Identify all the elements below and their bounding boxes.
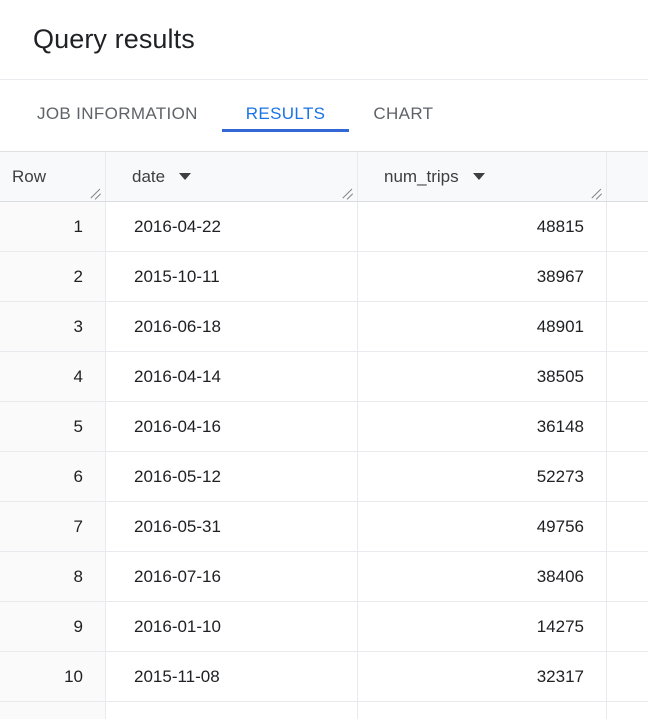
column-header-date-label: date: [132, 168, 165, 185]
cell-row-number: 6: [0, 452, 105, 501]
cell-filler: [606, 352, 648, 401]
table-body: 12016-04-224881522015-10-113896732016-06…: [0, 202, 648, 719]
resize-handle-icon[interactable]: [591, 187, 603, 199]
cell-filler: [606, 202, 648, 251]
column-header-filler: [606, 152, 648, 201]
cell-num-trips[interactable]: 36148: [357, 402, 606, 451]
column-header-date[interactable]: date: [105, 152, 357, 201]
cell-date[interactable]: 2016-06-18: [105, 302, 357, 351]
table-row[interactable]: 32016-06-1848901: [0, 302, 648, 352]
cell-row-number: 7: [0, 502, 105, 551]
table-row[interactable]: 72016-05-3149756: [0, 502, 648, 552]
table-row[interactable]: 52016-04-1636148: [0, 402, 648, 452]
cell-filler: [606, 402, 648, 451]
table-row[interactable]: 102015-11-0832317: [0, 652, 648, 702]
cell-row-number: 9: [0, 602, 105, 651]
cell-row-number: 5: [0, 402, 105, 451]
cell-date[interactable]: 2015-10-11: [105, 252, 357, 301]
cell-num-trips[interactable]: 49756: [357, 502, 606, 551]
cell-num-trips[interactable]: 38406: [357, 552, 606, 601]
cell-date[interactable]: 2016-07-16: [105, 552, 357, 601]
cell-row-number: 2: [0, 252, 105, 301]
table-row[interactable]: 12016-04-2248815: [0, 202, 648, 252]
cell-clipped: [606, 702, 648, 719]
column-header-num-trips-label: num_trips: [384, 168, 459, 185]
cell-num-trips[interactable]: 52273: [357, 452, 606, 501]
cell-num-trips[interactable]: 38967: [357, 252, 606, 301]
cell-filler: [606, 252, 648, 301]
results-table: Row date num_trips 12016-04-224881522015…: [0, 152, 648, 719]
cell-row-number: 8: [0, 552, 105, 601]
table-row[interactable]: 92016-01-1014275: [0, 602, 648, 652]
cell-date[interactable]: 2016-01-10: [105, 602, 357, 651]
chevron-down-icon[interactable]: [179, 173, 191, 180]
cell-num-trips[interactable]: 14275: [357, 602, 606, 651]
results-tab-bar: JOB INFORMATION RESULTS CHART: [0, 80, 648, 152]
cell-date[interactable]: 2016-04-22: [105, 202, 357, 251]
cell-clipped: [0, 702, 105, 719]
cell-filler: [606, 602, 648, 651]
table-row[interactable]: [0, 702, 648, 719]
cell-date[interactable]: 2016-05-31: [105, 502, 357, 551]
cell-row-number: 1: [0, 202, 105, 251]
cell-date[interactable]: 2016-04-14: [105, 352, 357, 401]
table-row[interactable]: 22015-10-1138967: [0, 252, 648, 302]
cell-filler: [606, 452, 648, 501]
table-header-row: Row date num_trips: [0, 152, 648, 202]
cell-num-trips[interactable]: 48901: [357, 302, 606, 351]
tab-results[interactable]: RESULTS: [222, 80, 350, 152]
cell-date[interactable]: 2015-11-08: [105, 652, 357, 701]
table-row[interactable]: 42016-04-1438505: [0, 352, 648, 402]
tab-results-label: RESULTS: [246, 104, 326, 124]
resize-handle-icon[interactable]: [90, 187, 102, 199]
cell-filler: [606, 652, 648, 701]
column-header-num-trips[interactable]: num_trips: [357, 152, 606, 201]
cell-date[interactable]: 2016-05-12: [105, 452, 357, 501]
cell-row-number: 3: [0, 302, 105, 351]
cell-filler: [606, 302, 648, 351]
chevron-down-icon[interactable]: [473, 173, 485, 180]
column-header-row-label: Row: [12, 168, 46, 185]
column-header-row[interactable]: Row: [0, 152, 105, 201]
table-row[interactable]: 62016-05-1252273: [0, 452, 648, 502]
cell-num-trips[interactable]: 32317: [357, 652, 606, 701]
query-results-header: Query results: [0, 0, 648, 80]
cell-row-number: 10: [0, 652, 105, 701]
cell-date[interactable]: 2016-04-16: [105, 402, 357, 451]
resize-handle-icon[interactable]: [342, 187, 354, 199]
cell-row-number: 4: [0, 352, 105, 401]
cell-num-trips[interactable]: 48815: [357, 202, 606, 251]
table-row[interactable]: 82016-07-1638406: [0, 552, 648, 602]
cell-clipped: [357, 702, 606, 719]
cell-num-trips[interactable]: 38505: [357, 352, 606, 401]
tab-chart-label: CHART: [373, 104, 433, 124]
tab-job-information-label: JOB INFORMATION: [37, 104, 198, 124]
tab-job-information[interactable]: JOB INFORMATION: [0, 80, 222, 152]
cell-filler: [606, 552, 648, 601]
page-title: Query results: [33, 26, 195, 53]
cell-filler: [606, 502, 648, 551]
cell-clipped: [105, 702, 357, 719]
tab-chart[interactable]: CHART: [349, 80, 457, 152]
